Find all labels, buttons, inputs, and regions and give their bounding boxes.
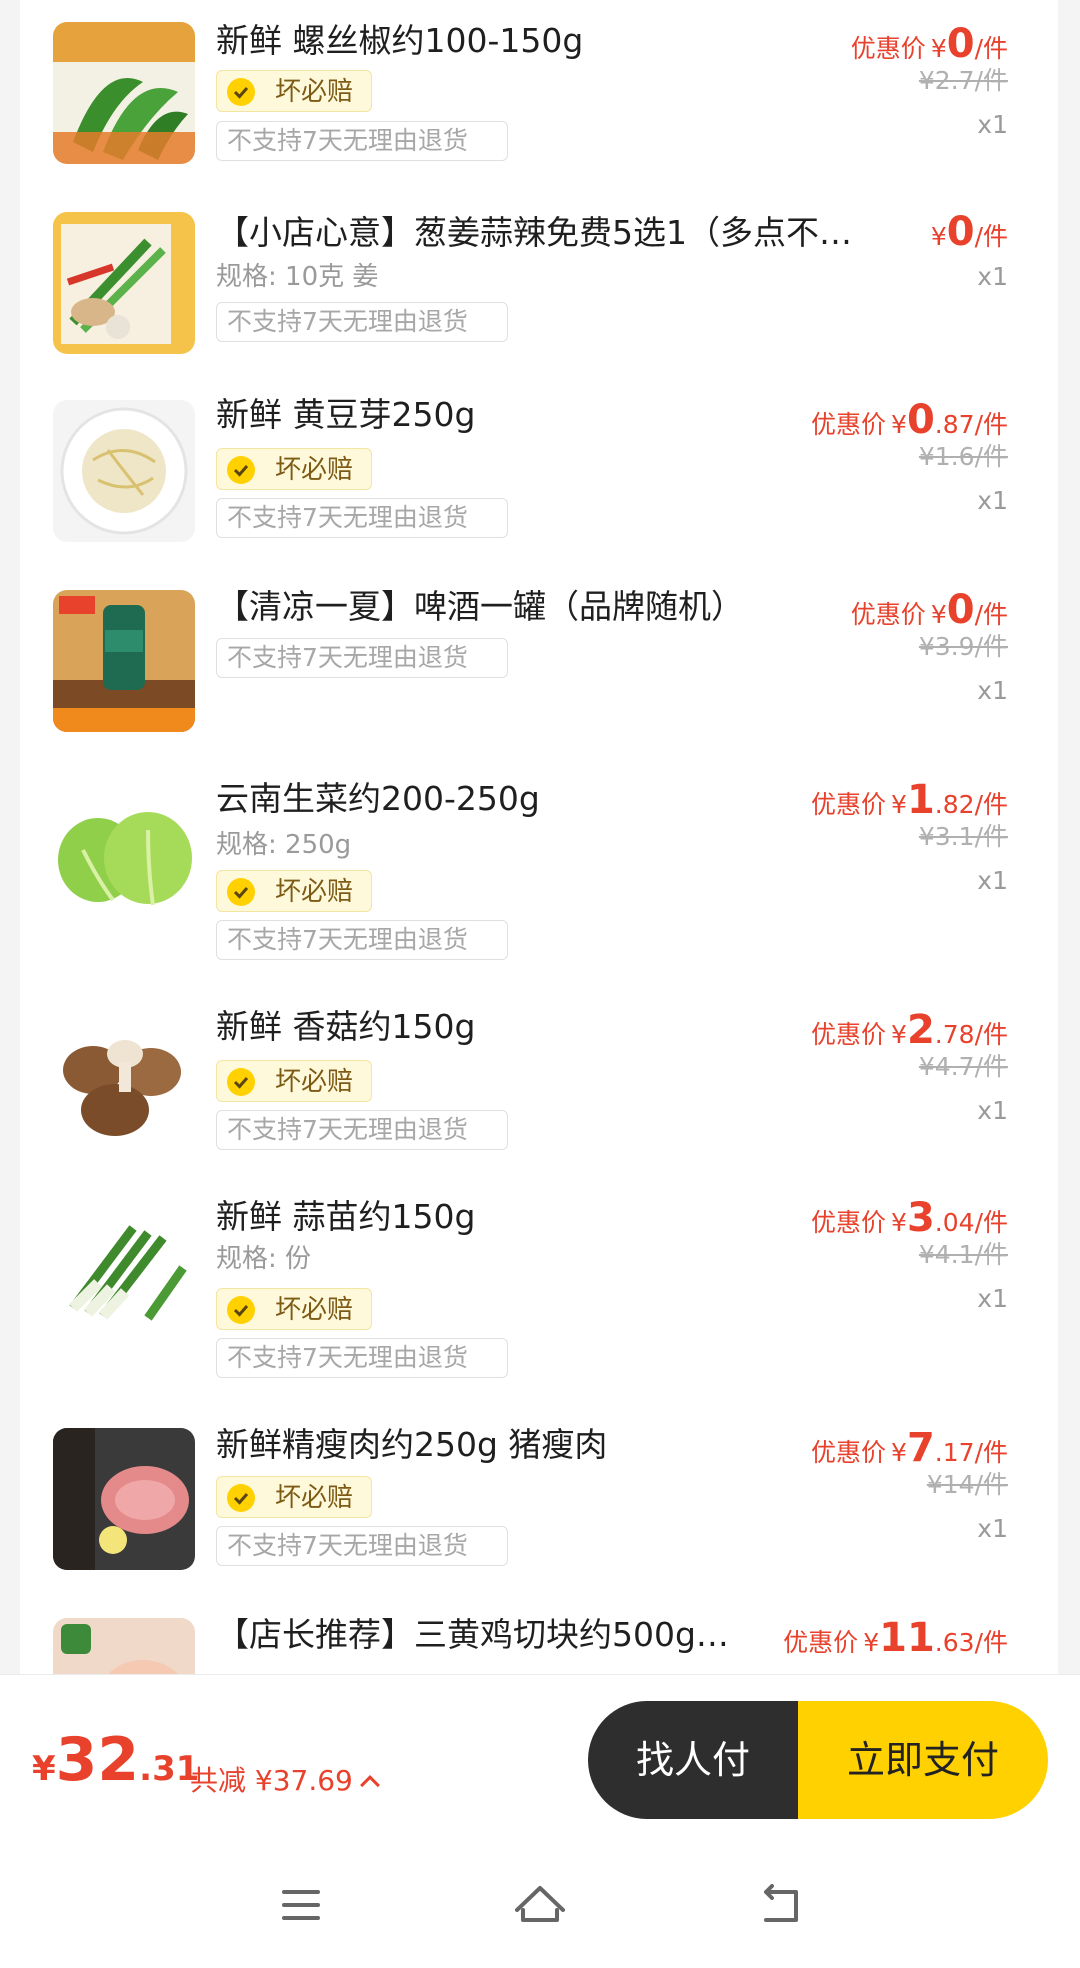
list-item[interactable]: 【店长推荐】三黄鸡切块约500g… 优惠价 ¥11.63/件 <box>20 1596 1058 1674</box>
item-spec: 规格: 250g <box>216 830 352 860</box>
badge-guarantee: 坏必赔 <box>216 870 372 912</box>
item-price: 优惠价 ¥11.63/件 <box>783 1615 1008 1661</box>
product-image-beer-can[interactable] <box>53 590 195 732</box>
product-image-garlic-sprouts[interactable] <box>53 1198 195 1340</box>
list-item[interactable]: 【清凉一夏】啤酒一罐（品牌随机） 不支持7天无理由退货 优惠价 ¥0/件 ¥3.… <box>20 568 1058 736</box>
check-icon <box>227 1484 255 1512</box>
badge-guarantee: 坏必赔 <box>216 70 372 112</box>
item-title: 新鲜 蒜苗约150g <box>216 1197 476 1236</box>
original-price: ¥3.9/件 <box>918 632 1008 661</box>
system-nav-bar <box>0 1844 1080 1968</box>
no-return-tag: 不支持7天无理由退货 <box>216 1110 508 1150</box>
list-item[interactable]: 新鲜精瘦肉约250g 猪瘦肉 坏必赔 不支持7天无理由退货 优惠价 ¥7.17/… <box>20 1406 1058 1574</box>
item-quantity: x1 <box>977 1514 1008 1543</box>
badge-guarantee: 坏必赔 <box>216 1476 372 1518</box>
pay-now-button[interactable]: 立即支付 <box>798 1701 1048 1819</box>
item-quantity: x1 <box>977 486 1008 515</box>
no-return-tag: 不支持7天无理由退货 <box>216 121 508 161</box>
product-image-green-peppers[interactable] <box>53 22 195 164</box>
item-title: 新鲜精瘦肉约250g 猪瘦肉 <box>216 1425 608 1464</box>
product-image-lean-pork[interactable] <box>53 1428 195 1570</box>
list-item[interactable]: 新鲜 香菇约150g 坏必赔 不支持7天无理由退货 优惠价 ¥2.78/件 ¥4… <box>20 988 1058 1156</box>
item-title: 云南生菜约200-250g <box>216 779 540 818</box>
check-icon <box>227 1296 255 1324</box>
checkout-bar: ¥32.31 共减 ¥37.69 找人付 立即支付 <box>0 1674 1080 1844</box>
payment-buttons: 找人付 立即支付 <box>588 1701 1048 1819</box>
order-item-list: 新鲜 螺丝椒约100-150g 坏必赔 不支持7天无理由退货 优惠价 ¥0/件 … <box>20 0 1058 1674</box>
check-icon <box>227 878 255 906</box>
mushroom-icon <box>53 1010 195 1152</box>
list-item[interactable]: 【小店心意】葱姜蒜辣免费5选1（多点不… 规格: 10克 姜 不支持7天无理由退… <box>20 190 1058 358</box>
pork-icon <box>53 1428 195 1570</box>
original-price: ¥2.7/件 <box>918 66 1008 95</box>
total-price: ¥32.31 <box>32 1725 200 1795</box>
badge-guarantee: 坏必赔 <box>216 1060 372 1102</box>
item-quantity: x1 <box>977 110 1008 139</box>
original-price: ¥3.1/件 <box>918 822 1008 851</box>
scallion-icon <box>53 212 195 354</box>
no-return-tag: 不支持7天无理由退货 <box>216 1338 508 1378</box>
garlic-sprout-icon <box>53 1198 195 1340</box>
no-return-tag: 不支持7天无理由退货 <box>216 920 508 960</box>
list-item[interactable]: 新鲜 螺丝椒约100-150g 坏必赔 不支持7天无理由退货 优惠价 ¥0/件 … <box>20 0 1058 168</box>
product-image-bean-sprouts[interactable] <box>53 400 195 542</box>
no-return-tag: 不支持7天无理由退货 <box>216 498 508 538</box>
find-payer-button[interactable]: 找人付 <box>588 1701 798 1819</box>
no-return-tag: 不支持7天无理由退货 <box>216 302 508 342</box>
badge-guarantee: 坏必赔 <box>216 448 372 490</box>
item-quantity: x1 <box>977 1284 1008 1313</box>
item-quantity: x1 <box>977 262 1008 291</box>
item-title: 新鲜 螺丝椒约100-150g <box>216 21 584 60</box>
check-icon <box>227 1068 255 1096</box>
lettuce-icon <box>53 780 195 922</box>
back-icon[interactable] <box>744 1870 814 1940</box>
green-pepper-icon <box>53 22 195 164</box>
product-image-shiitake[interactable] <box>53 1010 195 1152</box>
item-quantity: x1 <box>977 676 1008 705</box>
item-spec: 规格: 份 <box>216 1244 312 1274</box>
no-return-tag: 不支持7天无理由退货 <box>216 638 508 678</box>
list-item[interactable]: 云南生菜约200-250g 规格: 250g 坏必赔 不支持7天无理由退货 优惠… <box>20 758 1058 968</box>
home-icon[interactable] <box>505 1870 575 1940</box>
original-price: ¥4.7/件 <box>918 1052 1008 1081</box>
check-icon <box>227 456 255 484</box>
discount-summary-toggle[interactable]: 共减 ¥37.69 <box>190 1759 380 1799</box>
chevron-up-icon <box>359 1775 380 1795</box>
no-return-tag: 不支持7天无理由退货 <box>216 1526 508 1566</box>
item-title: 新鲜 香菇约150g <box>216 1007 476 1046</box>
item-price: ¥0/件 <box>930 209 1008 255</box>
beer-can-icon <box>53 590 195 732</box>
item-title: 【店长推荐】三黄鸡切块约500g… <box>216 1615 729 1654</box>
item-title: 新鲜 黄豆芽250g <box>216 395 476 434</box>
product-image-chicken-pieces[interactable] <box>53 1618 195 1674</box>
item-title: 【清凉一夏】啤酒一罐（品牌随机） <box>216 587 744 626</box>
menu-icon[interactable] <box>266 1870 336 1940</box>
list-item[interactable]: 新鲜 黄豆芽250g 坏必赔 不支持7天无理由退货 优惠价 ¥0.87/件 ¥1… <box>20 378 1058 546</box>
bean-sprouts-icon <box>53 400 195 542</box>
product-image-lettuce[interactable] <box>53 780 195 922</box>
list-item[interactable]: 新鲜 蒜苗约150g 规格: 份 坏必赔 不支持7天无理由退货 优惠价 ¥3.0… <box>20 1176 1058 1386</box>
chicken-icon <box>53 1618 195 1674</box>
item-quantity: x1 <box>977 1096 1008 1125</box>
product-image-scallion-ginger-garlic[interactable] <box>53 212 195 354</box>
check-icon <box>227 78 255 106</box>
item-quantity: x1 <box>977 866 1008 895</box>
original-price: ¥4.1/件 <box>918 1240 1008 1269</box>
original-price: ¥14/件 <box>926 1470 1008 1499</box>
original-price: ¥1.6/件 <box>918 442 1008 471</box>
item-spec: 规格: 10克 姜 <box>216 262 379 292</box>
item-title: 【小店心意】葱姜蒜辣免费5选1（多点不… <box>216 213 852 252</box>
badge-guarantee: 坏必赔 <box>216 1288 372 1330</box>
